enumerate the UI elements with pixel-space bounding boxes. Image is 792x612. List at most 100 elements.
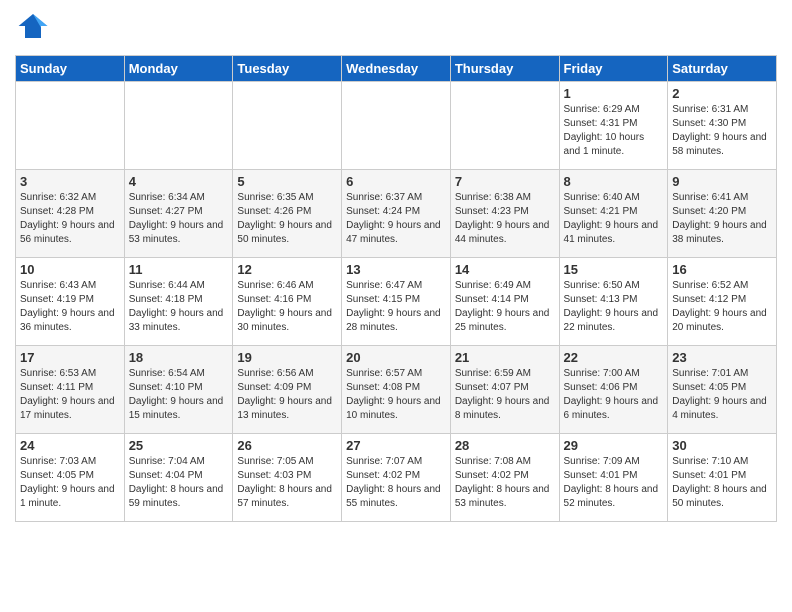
day-number: 14	[455, 262, 555, 277]
calendar-cell: 21 Sunrise: 6:59 AM Sunset: 4:07 PM Dayli…	[450, 346, 559, 434]
page-container: SundayMondayTuesdayWednesdayThursdayFrid…	[0, 0, 792, 532]
day-number: 5	[237, 174, 337, 189]
logo	[15, 10, 49, 47]
day-info: Sunrise: 6:29 AM Sunset: 4:31 PM Dayligh…	[564, 103, 664, 159]
day-number: 28	[455, 438, 555, 453]
calendar-cell: 24 Sunrise: 7:03 AM Sunset: 4:05 PM Dayli…	[16, 434, 125, 522]
calendar-cell: 11 Sunrise: 6:44 AM Sunset: 4:18 PM Dayli…	[124, 258, 233, 346]
day-number: 27	[346, 438, 446, 453]
day-number: 7	[455, 174, 555, 189]
day-number: 30	[672, 438, 772, 453]
calendar-cell	[450, 82, 559, 170]
day-number: 19	[237, 350, 337, 365]
weekday-header-friday: Friday	[559, 56, 668, 82]
day-number: 11	[129, 262, 229, 277]
day-number: 23	[672, 350, 772, 365]
day-info: Sunrise: 6:38 AM Sunset: 4:23 PM Dayligh…	[455, 191, 555, 247]
calendar-cell: 17 Sunrise: 6:53 AM Sunset: 4:11 PM Dayli…	[16, 346, 125, 434]
day-info: Sunrise: 6:47 AM Sunset: 4:15 PM Dayligh…	[346, 279, 446, 335]
day-number: 17	[20, 350, 120, 365]
calendar-cell: 8 Sunrise: 6:40 AM Sunset: 4:21 PM Daylig…	[559, 170, 668, 258]
calendar-cell: 25 Sunrise: 7:04 AM Sunset: 4:04 PM Dayli…	[124, 434, 233, 522]
calendar-cell	[233, 82, 342, 170]
calendar-cell: 22 Sunrise: 7:00 AM Sunset: 4:06 PM Dayli…	[559, 346, 668, 434]
calendar-table: SundayMondayTuesdayWednesdayThursdayFrid…	[15, 55, 777, 522]
calendar-cell: 6Sunrise: 6:37 AM Sunset: 4:24 PM Daylig…	[342, 170, 451, 258]
weekday-header-sunday: Sunday	[16, 56, 125, 82]
day-number: 24	[20, 438, 120, 453]
day-info: Sunrise: 6:40 AM Sunset: 4:21 PM Dayligh…	[564, 191, 664, 247]
calendar-cell: 20Sunrise: 6:57 AM Sunset: 4:08 PM Dayli…	[342, 346, 451, 434]
calendar-cell: 4 Sunrise: 6:34 AM Sunset: 4:27 PM Daylig…	[124, 170, 233, 258]
day-number: 4	[129, 174, 229, 189]
day-number: 12	[237, 262, 337, 277]
weekday-row: SundayMondayTuesdayWednesdayThursdayFrid…	[16, 56, 777, 82]
calendar-cell: 19 Sunrise: 6:56 AM Sunset: 4:09 PM Dayli…	[233, 346, 342, 434]
calendar-cell: 27 Sunrise: 7:07 AM Sunset: 4:02 PM Dayli…	[342, 434, 451, 522]
day-number: 9	[672, 174, 772, 189]
calendar-cell: 13 Sunrise: 6:47 AM Sunset: 4:15 PM Dayli…	[342, 258, 451, 346]
calendar-cell: 9 Sunrise: 6:41 AM Sunset: 4:20 PM Daylig…	[668, 170, 777, 258]
calendar-week-2: 3 Sunrise: 6:32 AM Sunset: 4:28 PM Daylig…	[16, 170, 777, 258]
calendar-cell: 16 Sunrise: 6:52 AM Sunset: 4:12 PM Dayli…	[668, 258, 777, 346]
calendar-cell: 3 Sunrise: 6:32 AM Sunset: 4:28 PM Daylig…	[16, 170, 125, 258]
day-info: Sunrise: 6:37 AM Sunset: 4:24 PM Dayligh…	[346, 191, 446, 247]
calendar-body: 1 Sunrise: 6:29 AM Sunset: 4:31 PM Daylig…	[16, 82, 777, 522]
calendar-cell: 14 Sunrise: 6:49 AM Sunset: 4:14 PM Dayli…	[450, 258, 559, 346]
day-info: Sunrise: 6:57 AM Sunset: 4:08 PM Dayligh…	[346, 367, 446, 423]
day-info: Sunrise: 7:03 AM Sunset: 4:05 PM Dayligh…	[20, 455, 120, 511]
calendar-header: SundayMondayTuesdayWednesdayThursdayFrid…	[16, 56, 777, 82]
calendar-cell: 30 Sunrise: 7:10 AM Sunset: 4:01 PM Dayli…	[668, 434, 777, 522]
calendar-cell	[342, 82, 451, 170]
weekday-header-thursday: Thursday	[450, 56, 559, 82]
day-number: 10	[20, 262, 120, 277]
day-info: Sunrise: 6:53 AM Sunset: 4:11 PM Dayligh…	[20, 367, 120, 423]
day-info: Sunrise: 6:32 AM Sunset: 4:28 PM Dayligh…	[20, 191, 120, 247]
day-number: 25	[129, 438, 229, 453]
day-number: 13	[346, 262, 446, 277]
calendar-cell: 29 Sunrise: 7:09 AM Sunset: 4:01 PM Dayli…	[559, 434, 668, 522]
day-info: Sunrise: 6:52 AM Sunset: 4:12 PM Dayligh…	[672, 279, 772, 335]
day-info: Sunrise: 6:54 AM Sunset: 4:10 PM Dayligh…	[129, 367, 229, 423]
day-info: Sunrise: 6:31 AM Sunset: 4:30 PM Dayligh…	[672, 103, 772, 159]
day-info: Sunrise: 7:07 AM Sunset: 4:02 PM Dayligh…	[346, 455, 446, 511]
day-number: 2	[672, 86, 772, 101]
day-number: 29	[564, 438, 664, 453]
day-info: Sunrise: 6:56 AM Sunset: 4:09 PM Dayligh…	[237, 367, 337, 423]
calendar-cell: 5Sunrise: 6:35 AM Sunset: 4:26 PM Daylig…	[233, 170, 342, 258]
calendar-cell: 1 Sunrise: 6:29 AM Sunset: 4:31 PM Daylig…	[559, 82, 668, 170]
day-info: Sunrise: 7:09 AM Sunset: 4:01 PM Dayligh…	[564, 455, 664, 511]
calendar-cell: 12Sunrise: 6:46 AM Sunset: 4:16 PM Dayli…	[233, 258, 342, 346]
day-info: Sunrise: 7:00 AM Sunset: 4:06 PM Dayligh…	[564, 367, 664, 423]
day-number: 8	[564, 174, 664, 189]
weekday-header-saturday: Saturday	[668, 56, 777, 82]
day-number: 26	[237, 438, 337, 453]
day-number: 3	[20, 174, 120, 189]
day-info: Sunrise: 6:34 AM Sunset: 4:27 PM Dayligh…	[129, 191, 229, 247]
day-number: 21	[455, 350, 555, 365]
calendar-cell: 28 Sunrise: 7:08 AM Sunset: 4:02 PM Dayli…	[450, 434, 559, 522]
calendar-week-4: 17 Sunrise: 6:53 AM Sunset: 4:11 PM Dayli…	[16, 346, 777, 434]
day-number: 1	[564, 86, 664, 101]
calendar-cell: 18 Sunrise: 6:54 AM Sunset: 4:10 PM Dayli…	[124, 346, 233, 434]
calendar-week-5: 24 Sunrise: 7:03 AM Sunset: 4:05 PM Dayli…	[16, 434, 777, 522]
day-info: Sunrise: 7:08 AM Sunset: 4:02 PM Dayligh…	[455, 455, 555, 511]
day-info: Sunrise: 6:44 AM Sunset: 4:18 PM Dayligh…	[129, 279, 229, 335]
logo-icon	[17, 10, 49, 42]
day-info: Sunrise: 6:49 AM Sunset: 4:14 PM Dayligh…	[455, 279, 555, 335]
day-info: Sunrise: 7:10 AM Sunset: 4:01 PM Dayligh…	[672, 455, 772, 511]
calendar-cell: 2 Sunrise: 6:31 AM Sunset: 4:30 PM Daylig…	[668, 82, 777, 170]
weekday-header-monday: Monday	[124, 56, 233, 82]
weekday-header-tuesday: Tuesday	[233, 56, 342, 82]
day-info: Sunrise: 6:43 AM Sunset: 4:19 PM Dayligh…	[20, 279, 120, 335]
day-info: Sunrise: 6:50 AM Sunset: 4:13 PM Dayligh…	[564, 279, 664, 335]
day-info: Sunrise: 6:59 AM Sunset: 4:07 PM Dayligh…	[455, 367, 555, 423]
day-info: Sunrise: 6:41 AM Sunset: 4:20 PM Dayligh…	[672, 191, 772, 247]
day-info: Sunrise: 7:04 AM Sunset: 4:04 PM Dayligh…	[129, 455, 229, 511]
calendar-cell: 15Sunrise: 6:50 AM Sunset: 4:13 PM Dayli…	[559, 258, 668, 346]
calendar-week-1: 1 Sunrise: 6:29 AM Sunset: 4:31 PM Daylig…	[16, 82, 777, 170]
day-number: 16	[672, 262, 772, 277]
calendar-cell: 10 Sunrise: 6:43 AM Sunset: 4:19 PM Dayli…	[16, 258, 125, 346]
day-number: 18	[129, 350, 229, 365]
day-number: 22	[564, 350, 664, 365]
